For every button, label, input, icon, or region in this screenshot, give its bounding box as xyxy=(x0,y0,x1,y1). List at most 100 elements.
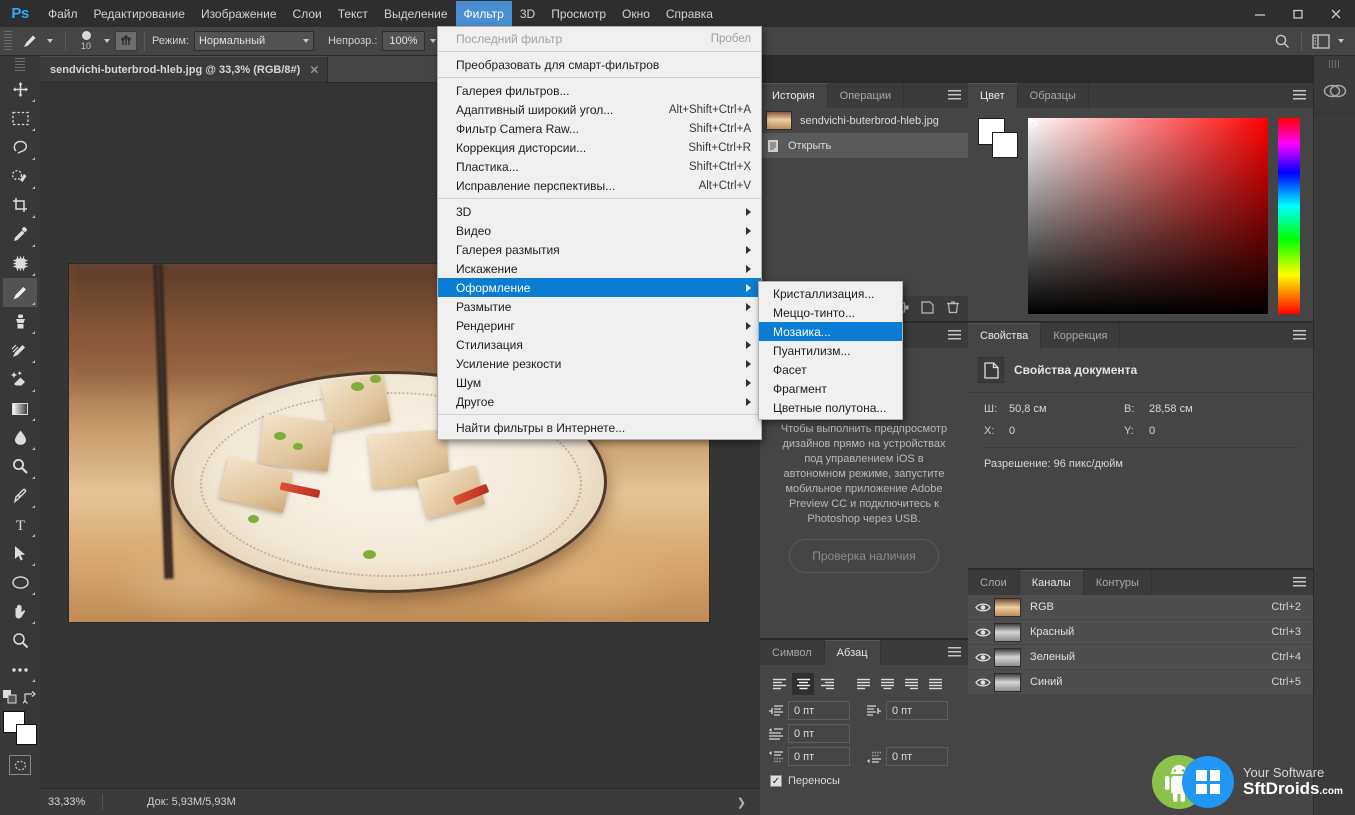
edge-strip-grip[interactable] xyxy=(1328,60,1341,68)
menu-item-convert-smart-filters[interactable]: Преобразовать для смарт-фильтров xyxy=(438,55,761,74)
submenu-item-pointillize[interactable]: Пуантилизм... xyxy=(759,341,902,360)
menu-item-stylize[interactable]: Стилизация xyxy=(438,335,761,354)
blur-tool[interactable] xyxy=(3,423,37,452)
align-center-icon[interactable] xyxy=(792,673,814,695)
align-right-icon[interactable] xyxy=(816,673,838,695)
justify-last-center-icon[interactable] xyxy=(876,673,898,695)
eye-icon[interactable] xyxy=(972,596,994,618)
menu-view[interactable]: Просмотр xyxy=(543,1,614,27)
tab-layers[interactable]: Слои xyxy=(968,570,1020,595)
tab-history[interactable]: История xyxy=(760,83,828,108)
brush-panel-toggle-icon[interactable] xyxy=(115,31,137,51)
foreground-background-swatches[interactable] xyxy=(3,711,37,745)
new-document-icon[interactable] xyxy=(921,300,934,317)
space-after-field[interactable]: 0 пт xyxy=(886,747,948,766)
menu-item-video[interactable]: Видео xyxy=(438,221,761,240)
menu-item-blur-gallery[interactable]: Галерея размытия xyxy=(438,240,761,259)
menu-item-browse-filters-online[interactable]: Найти фильтры в Интернете... xyxy=(438,418,761,437)
zoom-level[interactable]: 33,33% xyxy=(40,796,102,808)
eyedropper-tool[interactable] xyxy=(3,220,37,249)
minimize-icon[interactable] xyxy=(1241,0,1279,27)
opacity-chevron-icon[interactable] xyxy=(429,39,436,43)
submenu-item-crystallize[interactable]: Кристаллизация... xyxy=(759,284,902,303)
eye-icon[interactable] xyxy=(972,671,994,693)
menu-filter[interactable]: Фильтр xyxy=(455,0,512,27)
tab-properties[interactable]: Свойства xyxy=(968,323,1042,348)
menu-file[interactable]: Файл xyxy=(40,1,86,27)
search-icon[interactable] xyxy=(1270,30,1294,52)
path-selection-tool[interactable] xyxy=(3,539,37,568)
ellipse-tool[interactable] xyxy=(3,568,37,597)
channel-row-red[interactable]: Красный Ctrl+3 xyxy=(968,620,1313,644)
hyphenate-row[interactable]: ✓ Переносы xyxy=(760,768,968,794)
tab-channels[interactable]: Каналы xyxy=(1019,570,1084,595)
document-tab[interactable]: sendvichi-buterbrod-hleb.jpg @ 33,3% (RG… xyxy=(40,56,329,82)
tab-swatches[interactable]: Образцы xyxy=(1018,83,1089,108)
menu-item-vanishing-point[interactable]: Исправление перспективы... Alt+Ctrl+V xyxy=(438,176,761,195)
left-indent-field[interactable]: 0 пт xyxy=(788,701,850,720)
menu-item-other[interactable]: Другое xyxy=(438,392,761,411)
menu-item-noise[interactable]: Шум xyxy=(438,373,761,392)
workspace-chevron-icon[interactable] xyxy=(1338,39,1344,43)
align-left-icon[interactable] xyxy=(768,673,790,695)
justify-last-left-icon[interactable] xyxy=(852,673,874,695)
dodge-tool[interactable] xyxy=(3,452,37,481)
submenu-item-mosaic[interactable]: Мозаика... xyxy=(759,322,902,341)
right-indent-field[interactable]: 0 пт xyxy=(886,701,948,720)
color-panel-menu-icon[interactable] xyxy=(1293,90,1306,101)
tab-color[interactable]: Цвет xyxy=(968,83,1018,108)
crop-tool[interactable] xyxy=(3,191,37,220)
swap-colors-icon[interactable] xyxy=(22,690,37,707)
menu-image[interactable]: Изображение xyxy=(193,1,285,27)
menu-item-sharpen[interactable]: Усиление резкости xyxy=(438,354,761,373)
submenu-item-facet[interactable]: Фасет xyxy=(759,360,902,379)
submenu-item-mezzotint[interactable]: Меццо-тинто... xyxy=(759,303,902,322)
pixelate-submenu[interactable]: Кристаллизация... Меццо-тинто... Мозаика… xyxy=(758,281,903,420)
menu-item-lens-correction[interactable]: Коррекция дисторсии... Shift+Ctrl+R xyxy=(438,138,761,157)
background-swatch[interactable] xyxy=(992,132,1018,158)
color-swatch-pair[interactable] xyxy=(978,118,1018,158)
paragraph-panel-menu-icon[interactable] xyxy=(948,647,961,658)
submenu-item-fragment[interactable]: Фрагмент xyxy=(759,379,902,398)
history-panel-menu-icon[interactable] xyxy=(948,90,961,101)
brush-preset-chevron-icon[interactable] xyxy=(47,39,53,43)
zoom-tool[interactable] xyxy=(3,626,37,655)
properties-panel-menu-icon[interactable] xyxy=(1293,330,1306,341)
channel-row-blue[interactable]: Синий Ctrl+5 xyxy=(968,670,1313,694)
background-color-swatch[interactable] xyxy=(16,724,37,745)
gradient-tool[interactable] xyxy=(3,394,37,423)
default-colors-icon[interactable] xyxy=(3,690,17,707)
marquee-tool[interactable] xyxy=(3,104,37,133)
pen-tool[interactable] xyxy=(3,481,37,510)
menu-window[interactable]: Окно xyxy=(614,1,658,27)
menu-item-pixelate[interactable]: Оформление xyxy=(438,278,761,297)
menu-text[interactable]: Текст xyxy=(330,1,376,27)
hue-slider[interactable] xyxy=(1278,118,1300,314)
tab-paths[interactable]: Контуры xyxy=(1084,570,1152,595)
filter-menu-dropdown[interactable]: Последний фильтр Пробел Преобразовать дл… xyxy=(437,26,762,440)
opacity-field[interactable]: 100% xyxy=(382,31,425,51)
menu-item-adaptive-wide-angle[interactable]: Адаптивный широкий угол... Alt+Shift+Ctr… xyxy=(438,100,761,119)
menu-layers[interactable]: Слои xyxy=(285,1,330,27)
justify-all-icon[interactable] xyxy=(924,673,946,695)
justify-last-right-icon[interactable] xyxy=(900,673,922,695)
hyphenate-checkbox[interactable]: ✓ xyxy=(770,775,782,787)
creative-cloud-libraries-icon[interactable] xyxy=(1314,68,1355,114)
status-expand-icon[interactable]: ❯ xyxy=(737,796,760,809)
brush-size-chevron-icon[interactable] xyxy=(104,39,110,43)
eye-icon[interactable] xyxy=(972,621,994,643)
type-tool[interactable]: T xyxy=(3,510,37,539)
move-tool[interactable] xyxy=(3,75,37,104)
channel-row-rgb[interactable]: RGB Ctrl+2 xyxy=(968,595,1313,619)
tab-paragraph[interactable]: Абзац xyxy=(824,640,881,665)
menu-item-3d[interactable]: 3D xyxy=(438,202,761,221)
menu-item-liquify[interactable]: Пластика... Shift+Ctrl+X xyxy=(438,157,761,176)
history-snapshot-row[interactable]: sendvichi-buterbrod-hleb.jpg xyxy=(760,108,968,133)
tab-character[interactable]: Символ xyxy=(760,640,825,665)
brush-size-preview[interactable]: 10 xyxy=(73,31,99,51)
history-state-row[interactable]: Открыть xyxy=(760,133,968,158)
menu-edit[interactable]: Редактирование xyxy=(86,1,193,27)
tab-actions[interactable]: Операции xyxy=(828,83,905,108)
menu-item-blur[interactable]: Размытие xyxy=(438,297,761,316)
menu-item-camera-raw-filter[interactable]: Фильтр Camera Raw... Shift+Ctrl+A xyxy=(438,119,761,138)
